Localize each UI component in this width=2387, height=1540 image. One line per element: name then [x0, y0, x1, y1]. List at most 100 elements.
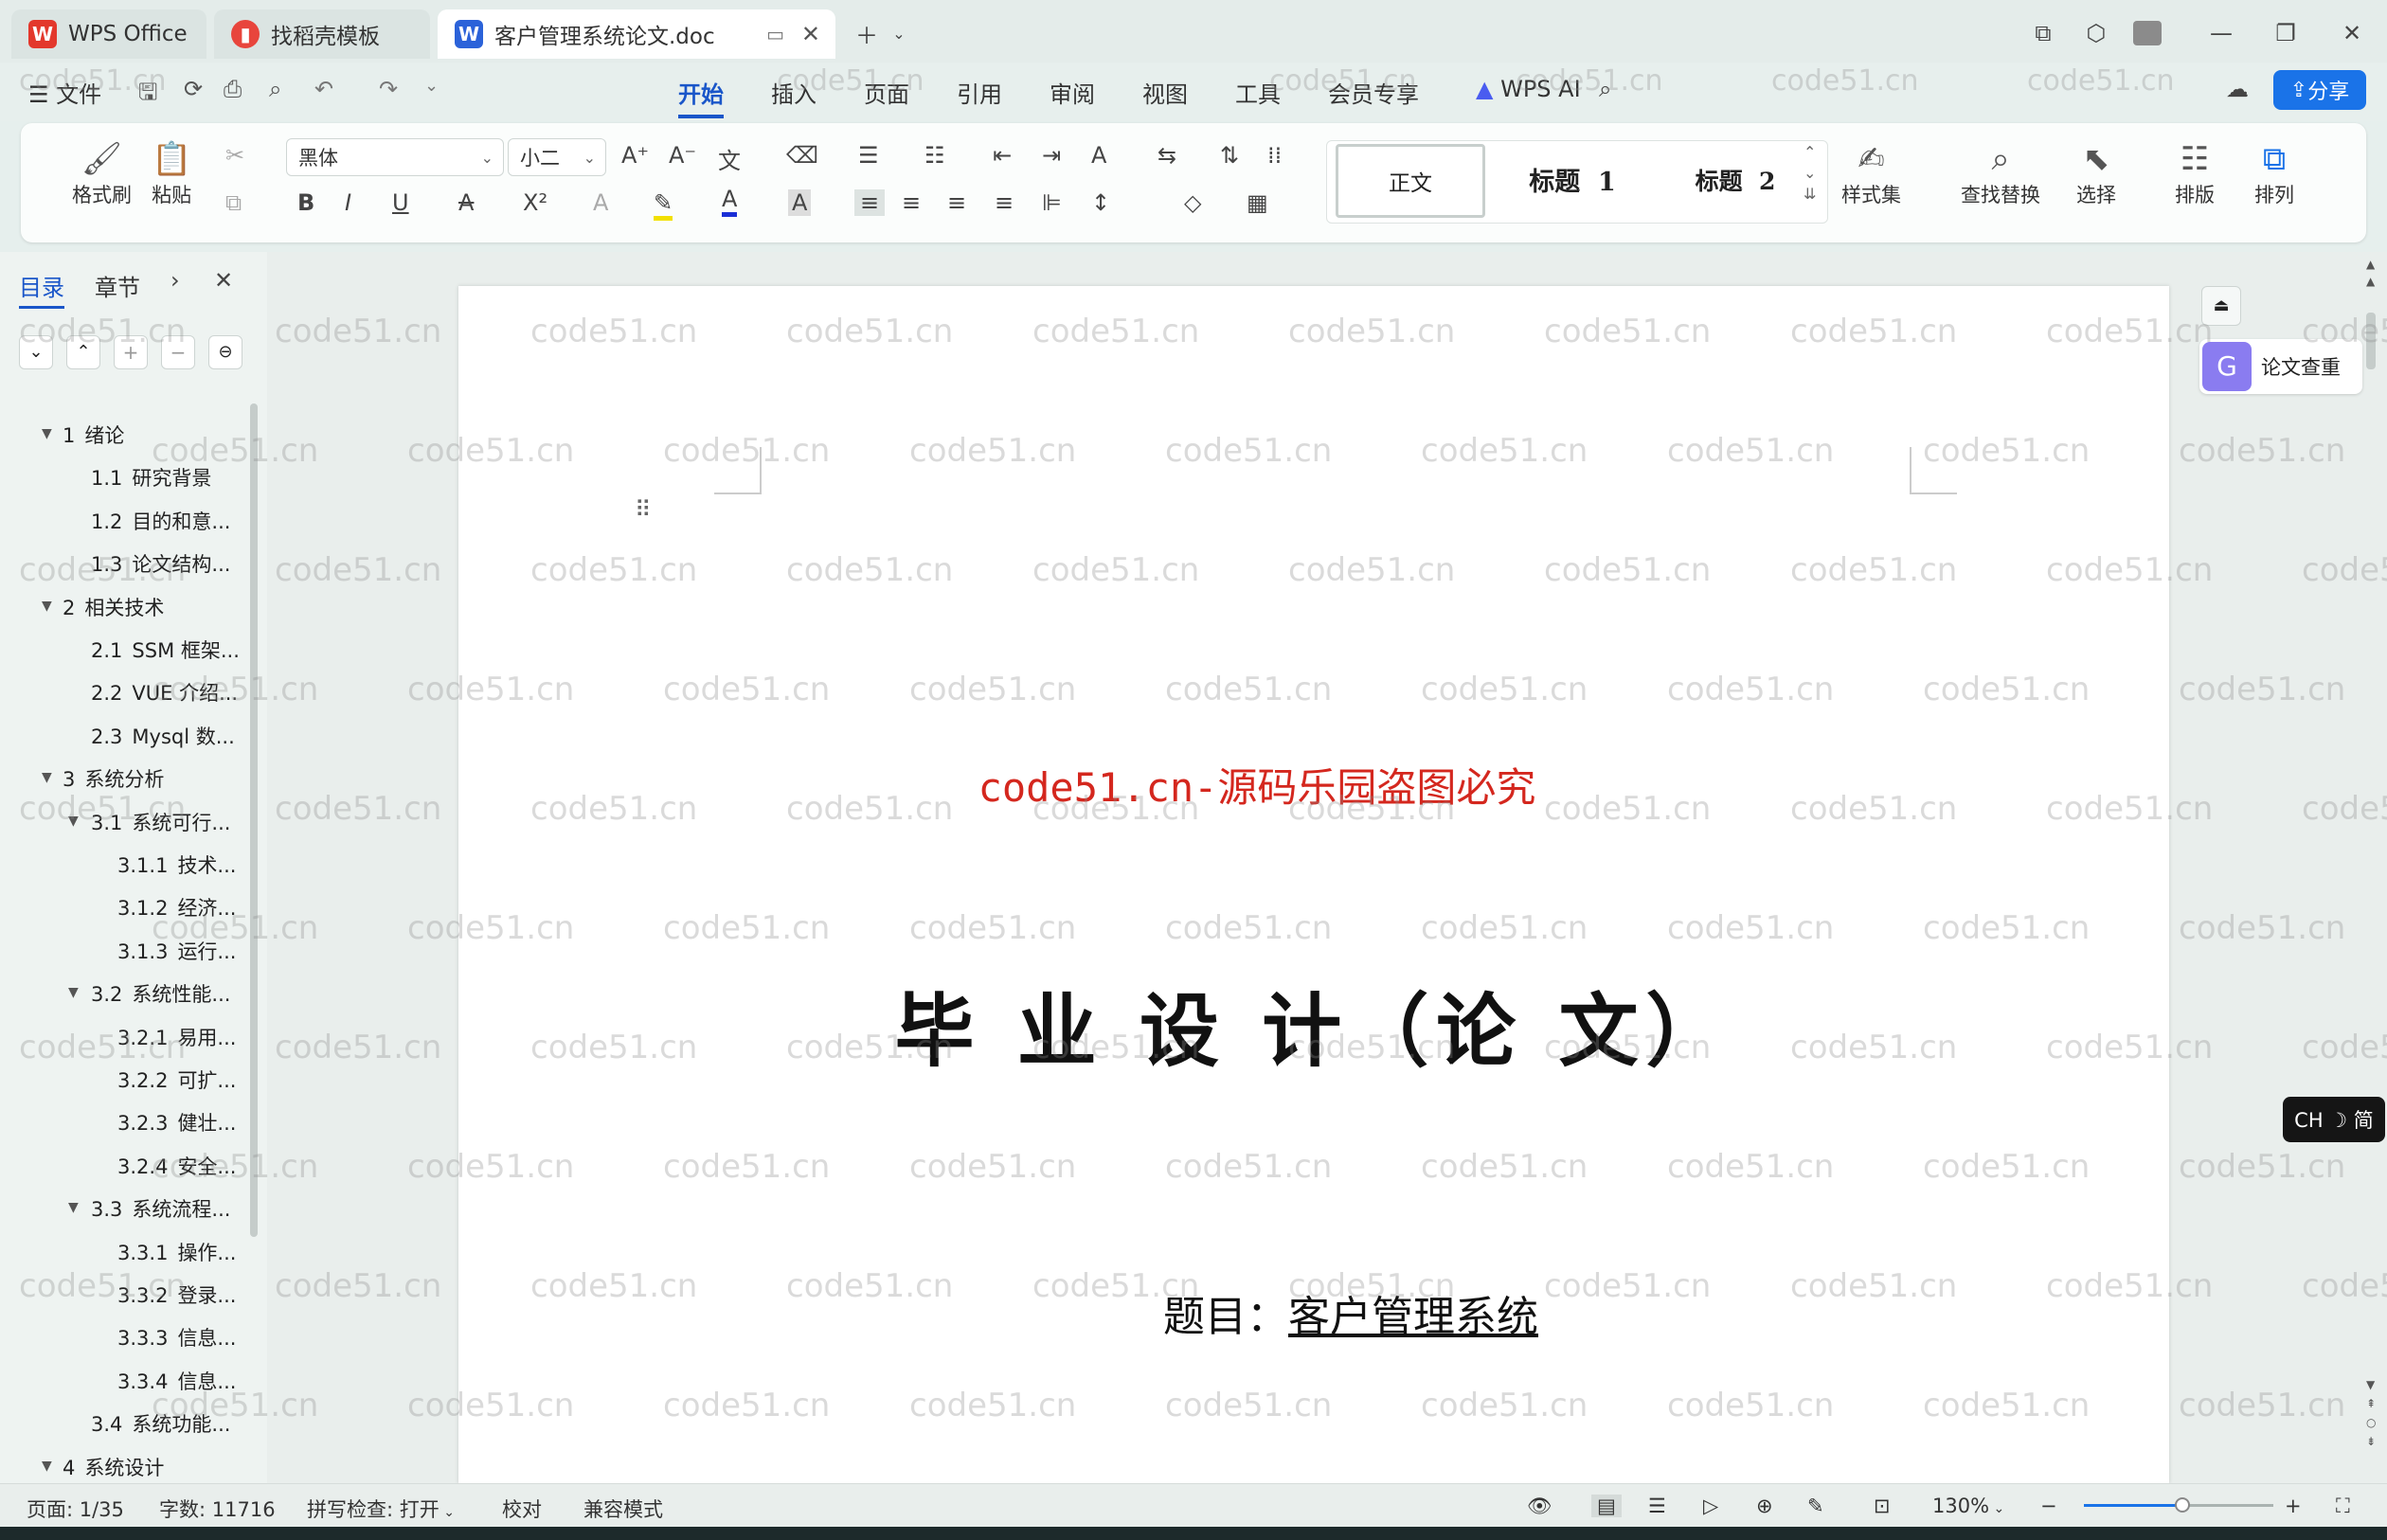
chinese-layout-icon[interactable]: ⇆ [1158, 142, 1176, 169]
shading-icon[interactable]: ◇ [1184, 189, 1201, 216]
layout-button[interactable]: ☷ 排版 [2175, 138, 2215, 208]
document-page[interactable]: ⠿ code51.cn-源码乐园盗图必究 毕 业 设 计（论 文） 题目：客户管… [458, 286, 2169, 1483]
grow-font-icon[interactable]: A⁺ [621, 142, 649, 169]
minimize-icon[interactable]: — [2205, 17, 2237, 49]
toc-item[interactable]: 3.3.4 信息... [117, 1367, 236, 1395]
undo-icon[interactable]: ↶ [314, 76, 333, 102]
toc-item[interactable]: 3.3.1 操作... [117, 1238, 236, 1266]
zoom-slider-handle[interactable] [2175, 1497, 2190, 1513]
copy-icon[interactable]: ⧉ [225, 189, 242, 216]
fit-screen-icon[interactable]: ⊡ [1874, 1495, 1891, 1517]
toc-item[interactable]: 3.2.1 易用... [117, 1023, 236, 1051]
new-tab-icon[interactable]: ＋ [851, 17, 883, 49]
distributed-icon[interactable]: ⊫ [1042, 189, 1062, 216]
chevron-right-icon[interactable]: › [170, 267, 180, 294]
add-heading-icon[interactable]: + [114, 335, 148, 369]
play-icon[interactable]: ▷ [1703, 1495, 1718, 1517]
document-scrollbar[interactable] [2366, 313, 2376, 369]
bold-icon[interactable]: B [297, 189, 314, 216]
expand-toggle-icon[interactable]: ▼ [42, 1459, 52, 1474]
tab-chapter[interactable]: 章节 [95, 269, 140, 302]
expand-toggle-icon[interactable]: ▼ [42, 770, 52, 785]
close-window-icon[interactable]: ✕ [2336, 17, 2368, 49]
drag-handle-icon[interactable]: ⠿ [635, 496, 652, 523]
search-icon[interactable]: ⌕ [1599, 76, 1611, 102]
toc-item[interactable]: 3.1.1 技术... [117, 851, 236, 879]
arrange-button[interactable]: ⧉ 排列 [2254, 138, 2294, 208]
expand-toggle-icon[interactable]: ▼ [42, 599, 52, 614]
print-preview-icon[interactable]: ⌕ [269, 76, 281, 102]
expand-toggle-icon[interactable]: ▼ [68, 1200, 79, 1215]
toc-item[interactable]: 1.3 论文结构... [91, 549, 230, 578]
eraser-icon[interactable]: ⌫ [786, 142, 818, 169]
pen-icon[interactable]: ✎ [1807, 1495, 1824, 1517]
line-spacing-icon[interactable]: ↕ [1091, 189, 1110, 216]
collapse-all-icon[interactable]: ⌄ [19, 335, 53, 369]
eye-icon[interactable]: 👁 [1527, 1495, 1552, 1518]
toc-item[interactable]: 2.2 VUE 介绍... [91, 678, 238, 707]
expand-toggle-icon[interactable]: ▼ [68, 985, 79, 1000]
increase-indent-icon[interactable]: ⇥ [1042, 142, 1061, 169]
menu-review[interactable]: 审阅 [1050, 76, 1095, 109]
toc-item[interactable]: 3.2.2 可扩... [117, 1065, 236, 1094]
file-menu[interactable]: ☰ 文件 [28, 76, 101, 109]
toc-item[interactable]: 3.1 系统可行... [91, 808, 230, 836]
expand-toggle-icon[interactable]: ▼ [42, 426, 52, 441]
window-mode-icon[interactable]: ▭ [766, 23, 784, 45]
toc-item[interactable]: 2.3 Mysql 数... [91, 722, 235, 750]
print-icon[interactable]: ⎙ [224, 76, 242, 102]
menu-start[interactable]: 开始 [678, 76, 724, 118]
highlight-icon[interactable]: ✎ [654, 189, 673, 221]
paper-check-button[interactable]: G 论文查重 [2199, 339, 2362, 394]
bullet-list-icon[interactable]: ☰ [858, 142, 879, 169]
chevron-down-icon[interactable]: ⌄ [883, 17, 915, 49]
redo-icon[interactable]: ↷ [379, 76, 398, 102]
font-size-select[interactable]: 小二 ⌄ [508, 138, 606, 176]
save-icon[interactable]: 🖫 [138, 76, 157, 115]
justify-icon[interactable]: ≡ [995, 189, 1014, 216]
outline-view-icon[interactable]: ☰ [1648, 1495, 1666, 1517]
decrease-indent-icon[interactable]: ⇤ [993, 142, 1012, 169]
expand-toggle-icon[interactable]: ▼ [68, 814, 79, 829]
cut-icon[interactable]: ✂ [225, 142, 244, 169]
fullscreen-icon[interactable]: ⛶ [2336, 1495, 2350, 1518]
zoom-slider[interactable] [2084, 1497, 2273, 1513]
collapse-up-icon[interactable]: ⏏ [2201, 286, 2241, 326]
toc-item[interactable]: 3.2.3 健壮... [117, 1108, 236, 1137]
toc-item[interactable]: 3.1.2 经济... [117, 893, 236, 922]
style-scroll-icon[interactable]: ⌃ ⌄ ⇊ [1804, 142, 1816, 205]
font-name-select[interactable]: 黑体 ⌄ [286, 138, 504, 176]
page-nav-icons[interactable]: ▼ ⇞ ○ ⇟ [2366, 1375, 2379, 1451]
strikethrough-icon[interactable]: A [458, 189, 474, 216]
menu-insert[interactable]: 插入 [771, 76, 817, 109]
align-left-icon[interactable]: ≡ [854, 189, 886, 216]
superscript-icon[interactable]: X² [523, 189, 547, 216]
remove-heading-icon[interactable]: − [161, 335, 195, 369]
pane-scrollbar[interactable] [250, 403, 258, 1237]
sync-icon[interactable]: ⟳ [184, 76, 203, 102]
zoom-in-icon[interactable]: + [2285, 1495, 2302, 1517]
close-pane-icon[interactable]: ✕ [214, 267, 233, 294]
toc-item[interactable]: 2 相关技术 [63, 593, 164, 621]
sort-icon[interactable]: ⇅ [1220, 142, 1239, 169]
toc-item[interactable]: 3.3.2 登录... [117, 1280, 236, 1309]
tab-document[interactable]: W 客户管理系统论文.doc ▭ ✕ [438, 9, 835, 59]
font-color-icon[interactable]: A [722, 186, 738, 217]
shrink-font-icon[interactable]: A⁻ [669, 142, 696, 169]
close-tab-icon[interactable]: ✕ [801, 21, 820, 47]
toc-item[interactable]: 3 系统分析 [63, 764, 164, 793]
spell-check[interactable]: 拼写检查: 打开 ⌄ [307, 1495, 455, 1523]
select-button[interactable]: ⬉ 选择 [2076, 138, 2116, 208]
tab-template[interactable]: ▮ 找稻壳模板 [214, 9, 430, 59]
wps-ai-button[interactable]: ▲ WPS AI [1476, 76, 1581, 102]
style-heading-2[interactable]: 标题 2 [1660, 163, 1811, 197]
toc-item[interactable]: 3.1.3 运行... [117, 937, 236, 965]
cloud-icon[interactable]: ☁ [2226, 76, 2249, 102]
toc-item[interactable]: 3.3.3 信息... [117, 1323, 236, 1352]
toc-item[interactable]: 4 系统设计 [63, 1453, 164, 1481]
zoom-out-icon[interactable]: − [2040, 1495, 2057, 1517]
italic-icon[interactable]: I [345, 189, 351, 216]
find-replace-button[interactable]: ⌕ 查找替换 [1961, 138, 2040, 208]
format-painter-button[interactable]: 🖌 格式刷 [72, 138, 132, 208]
numbered-list-icon[interactable]: ☷ [924, 142, 945, 169]
